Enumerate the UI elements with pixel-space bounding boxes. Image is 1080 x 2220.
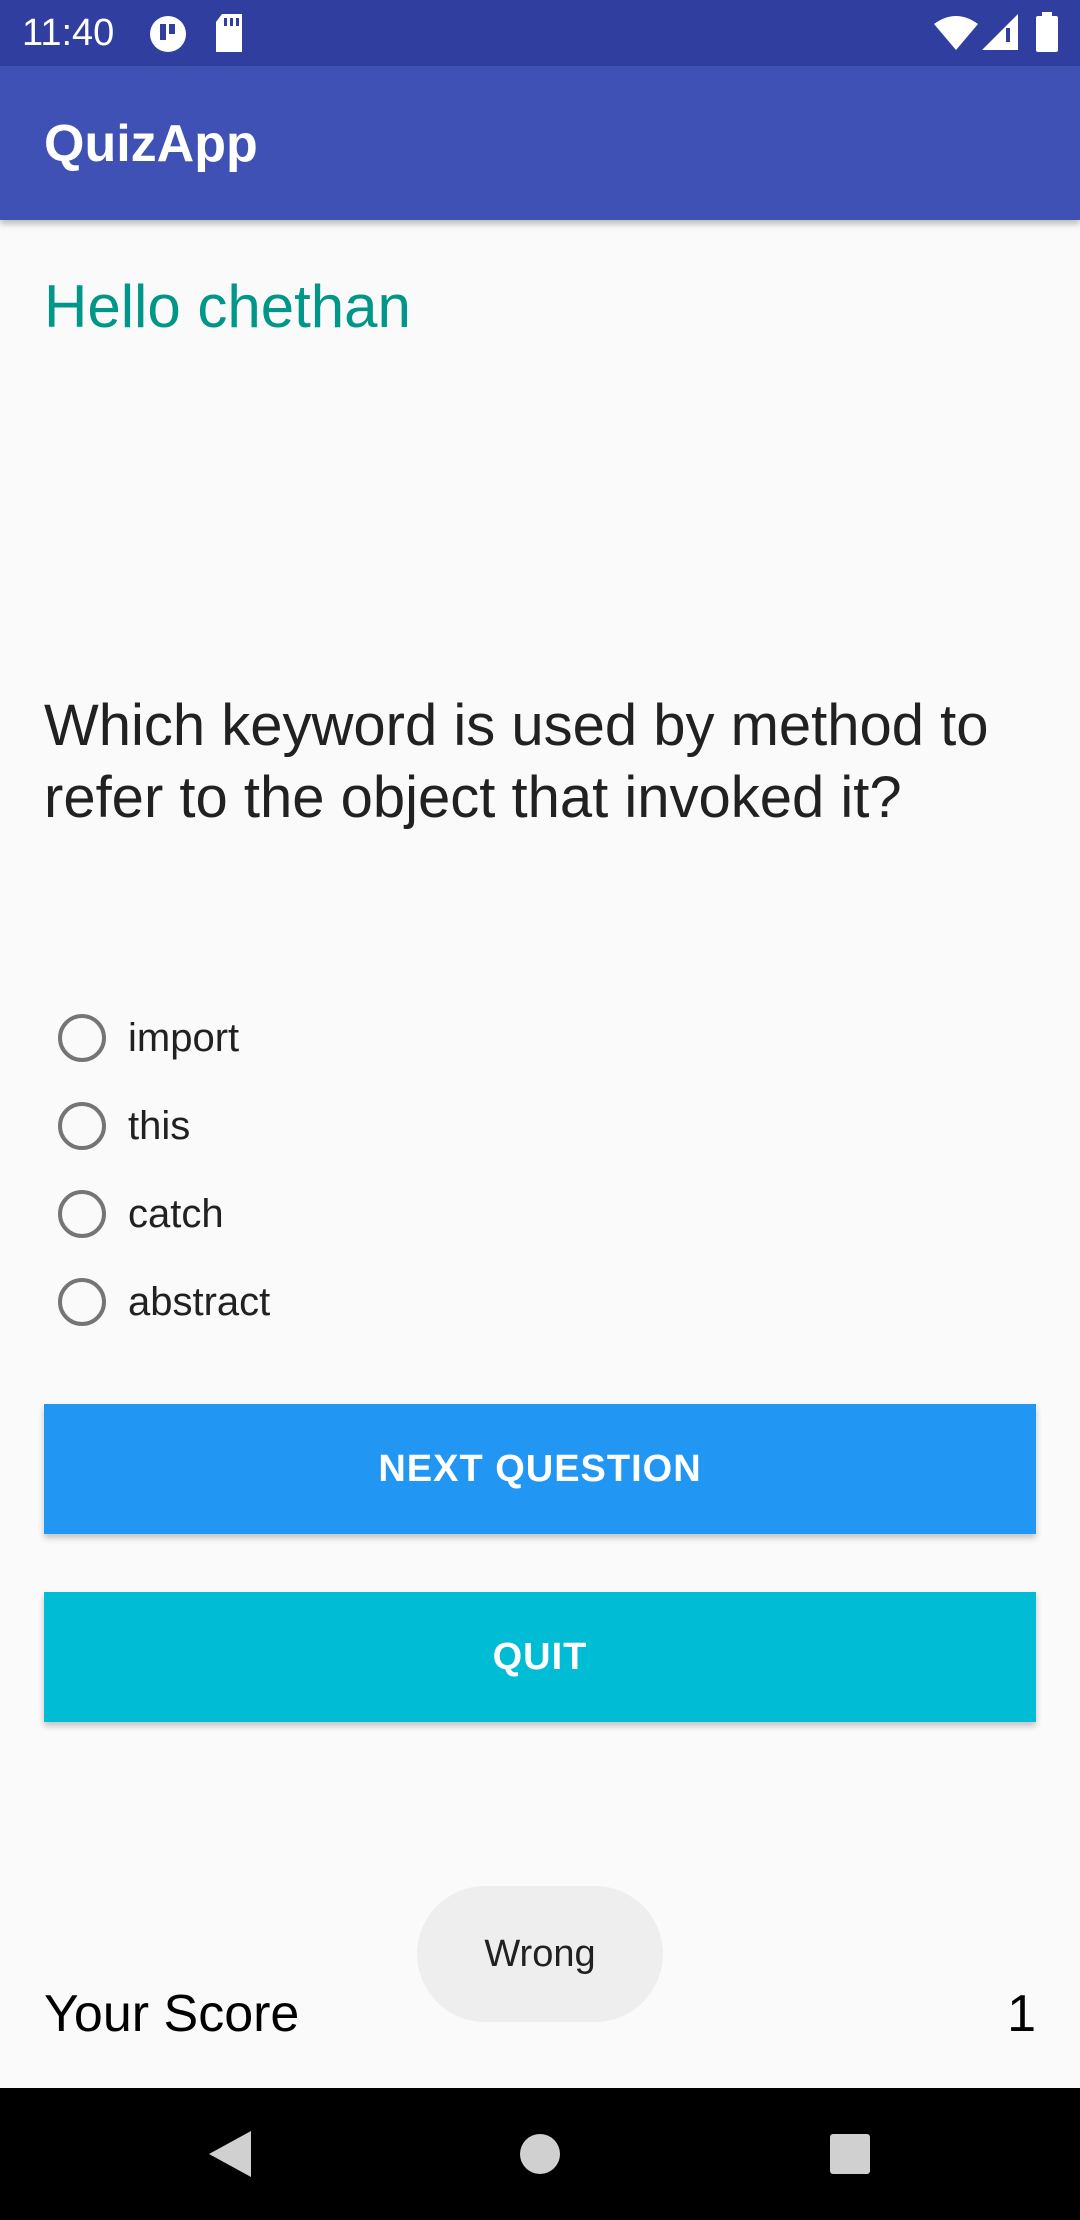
greeting-text: Hello chethan [44,273,411,340]
option-label: import [128,1015,240,1060]
status-time: 11:40 [22,12,115,54]
answer-options: import this catch abstract [58,994,270,1346]
battery-icon [1036,12,1058,57]
radio-button[interactable] [58,1190,106,1238]
app-title: QuizApp [44,115,258,173]
next-question-button[interactable]: NEXT QUESTION [44,1404,1036,1534]
wifi-icon [934,16,978,55]
radio-button[interactable] [58,1014,106,1062]
sd-card-icon [214,14,244,57]
option-abstract[interactable]: abstract [58,1258,270,1346]
signal-icon [982,14,1018,55]
back-icon[interactable] [160,2088,300,2220]
option-import[interactable]: import [58,994,270,1082]
option-catch[interactable]: catch [58,1170,270,1258]
score-value: 1 [1007,1985,1036,2043]
score-label: Your Score [44,1985,300,2043]
option-this[interactable]: this [58,1082,270,1170]
recents-icon[interactable] [780,2088,920,2220]
app-bar: QuizApp [0,66,1080,220]
status-bar: 11:40 [0,0,1080,66]
quit-button[interactable]: QUIT [44,1592,1036,1722]
quiz-screen: 11:40 QuizApp Hello chethan Which keywor… [0,0,1080,2220]
radio-button[interactable] [58,1278,106,1326]
option-label: abstract [128,1279,271,1324]
option-label: catch [128,1191,224,1236]
option-label: this [128,1103,191,1148]
toast-message: Wrong [417,1886,663,2022]
radio-button[interactable] [58,1102,106,1150]
navigation-bar [0,2088,1080,2220]
question-text: Which keyword is used by method to refer… [44,693,989,830]
home-icon[interactable] [470,2088,610,2220]
notification-icon [148,14,188,59]
